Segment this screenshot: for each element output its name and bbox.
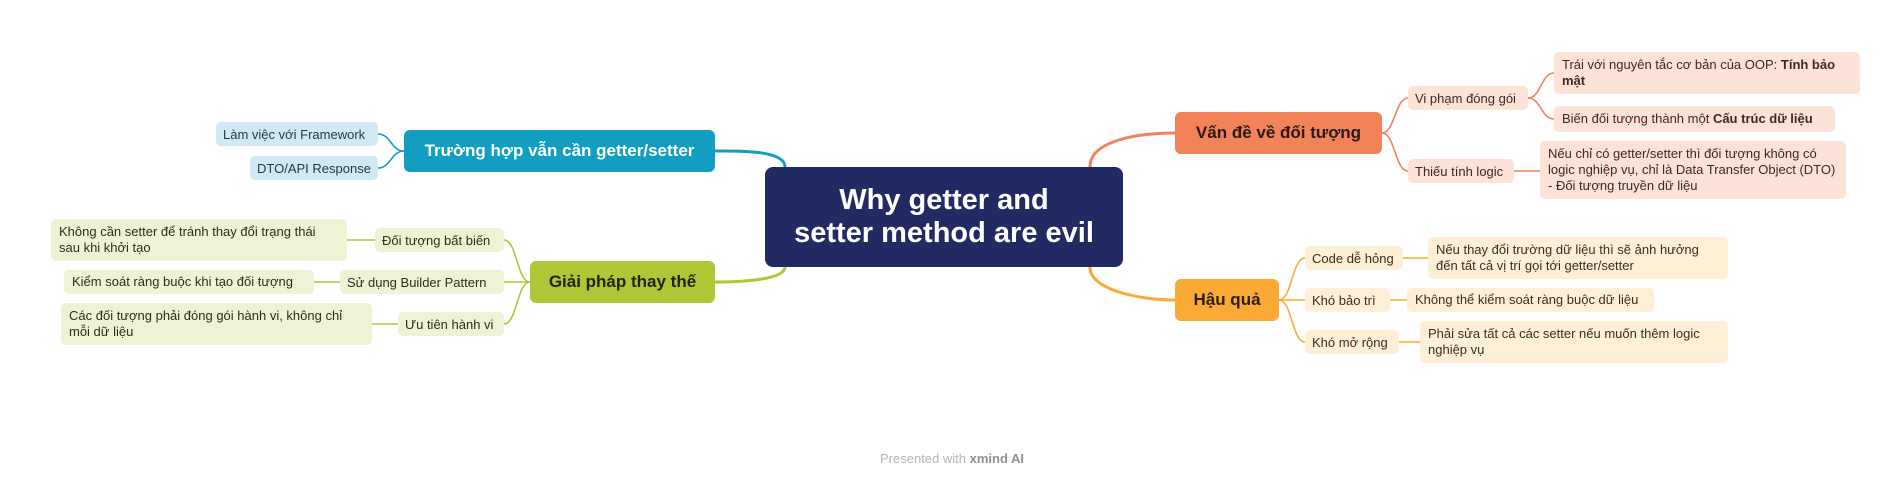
- leaf-datastructure-bold: Cấu trúc dữ liệu: [1712, 111, 1813, 126]
- footer-prefix: Presented with: [880, 451, 970, 466]
- central-topic[interactable]: Why getter and setter method are evil: [765, 167, 1123, 267]
- subtopic-immutable[interactable]: Đối tượng bất biến: [375, 228, 504, 252]
- leaf-behavior[interactable]: Các đối tượng phải đóng gói hành vi, khô…: [61, 303, 372, 345]
- connector-alternatives: [714, 266, 787, 284]
- subtopic-builder-label: Sử dụng Builder Pattern: [347, 274, 487, 290]
- leaf-hard-extend[interactable]: Phải sửa tất cả các setter nếu muốn thêm…: [1420, 321, 1728, 363]
- leaf-encapsulation-datastructure[interactable]: Biến đối tượng thành một Cấu trúc dữ liệ…: [1554, 106, 1835, 132]
- leaf-encapsulation-security-text: Trái với nguyên tắc cơ bản của OOP: Tính…: [1562, 57, 1852, 89]
- subtopic-hard-extend[interactable]: Khó mở rộng: [1305, 330, 1399, 354]
- leaf-builder[interactable]: Kiểm soát ràng buộc khi tạo đối tượng: [64, 270, 314, 294]
- topic-alternatives[interactable]: Giải pháp thay thế: [530, 261, 715, 303]
- central-topic-line-2: setter method are evil: [794, 217, 1094, 249]
- subtopic-behavior-label: Ưu tiên hành vi: [405, 316, 494, 332]
- subtopic-hard-maintain-label: Khó bảo trì: [1312, 292, 1376, 308]
- leaf-logic-dto[interactable]: Nếu chỉ có getter/setter thì đối tượng k…: [1540, 141, 1846, 199]
- topic-issues-label: Vấn đề về đối tượng: [1195, 123, 1362, 142]
- central-topic-line-1: Why getter and: [839, 184, 1049, 216]
- leaf-fragile-code[interactable]: Nếu thay đổi trường dữ liệu thì sẽ ảnh h…: [1428, 237, 1728, 279]
- subtopic-hard-maintain[interactable]: Khó bảo trì: [1305, 288, 1390, 312]
- leaf-behavior-text: Các đối tượng phải đóng gói hành vi, khô…: [69, 308, 343, 339]
- topic-issues[interactable]: Vấn đề về đối tượng: [1175, 112, 1382, 154]
- subtopic-logic[interactable]: Thiếu tính logic: [1408, 159, 1514, 183]
- subtopic-dto-api-label: DTO/API Response: [257, 160, 371, 176]
- subtopic-hard-extend-label: Khó mở rộng: [1312, 334, 1388, 350]
- subtopic-encapsulation-label: Vi phạm đóng gói: [1415, 90, 1516, 106]
- subtopic-fragile-code[interactable]: Code dễ hỏng: [1305, 246, 1403, 270]
- connector-exceptions: [714, 149, 787, 168]
- subtopic-logic-label: Thiếu tính logic: [1415, 163, 1504, 179]
- leaf-immutable[interactable]: Không cần setter để tránh thay đổi trạng…: [51, 219, 347, 261]
- footer-brand: xmind AI: [969, 451, 1025, 466]
- leaf-encapsulation-security[interactable]: Trái với nguyên tắc cơ bản của OOP: Tính…: [1554, 52, 1860, 94]
- topic-consequences-label: Hậu quả: [1193, 290, 1261, 309]
- leaf-logic-dto-text: Nếu chỉ có getter/setter thì đối tượng k…: [1548, 146, 1836, 193]
- leaf-fragile-code-text: Nếu thay đổi trường dữ liệu thì sẽ ảnh h…: [1436, 242, 1699, 273]
- leaf-hard-maintain[interactable]: Không thể kiểm soát ràng buộc dữ liệu: [1407, 288, 1654, 312]
- connector-consequences: [1088, 266, 1176, 302]
- connector-issues: [1088, 131, 1176, 168]
- subtopic-behavior[interactable]: Ưu tiên hành vi: [398, 312, 504, 336]
- leaf-encapsulation-datastructure-text: Biến đối tượng thành một Cấu trúc dữ liệ…: [1562, 111, 1813, 127]
- subtopic-framework-label: Làm việc với Framework: [223, 126, 366, 142]
- topic-exceptions-label: Trường hợp vẫn cần getter/setter: [424, 141, 695, 160]
- leaf-hard-maintain-text: Không thể kiểm soát ràng buộc dữ liệu: [1415, 292, 1639, 307]
- topic-alternatives-label: Giải pháp thay thế: [548, 272, 697, 291]
- topic-exceptions[interactable]: Trường hợp vẫn cần getter/setter: [404, 130, 715, 172]
- leaf-hard-extend-text: Phải sửa tất cả các setter nếu muốn thêm…: [1428, 326, 1700, 357]
- subtopic-framework[interactable]: Làm việc với Framework: [216, 122, 378, 146]
- topic-consequences[interactable]: Hậu quả: [1175, 279, 1279, 321]
- leaf-datastructure-prefix: Biến đối tượng thành một: [1562, 111, 1713, 126]
- footer-credit[interactable]: Presented with xmind AI: [880, 451, 1024, 466]
- subtopic-fragile-code-label: Code dễ hỏng: [1312, 250, 1394, 266]
- subtopic-dto-api[interactable]: DTO/API Response: [250, 156, 378, 180]
- subtopic-immutable-label: Đối tượng bất biến: [382, 232, 491, 248]
- leaf-immutable-text: Không cần setter để tránh thay đổi trạng…: [59, 224, 316, 255]
- subtopic-builder[interactable]: Sử dụng Builder Pattern: [340, 270, 504, 294]
- subtopic-encapsulation[interactable]: Vi phạm đóng gói: [1408, 86, 1528, 110]
- leaf-builder-text: Kiểm soát ràng buộc khi tạo đối tượng: [72, 274, 294, 289]
- leaf-security-prefix: Trái với nguyên tắc cơ bản của OOP:: [1562, 57, 1781, 72]
